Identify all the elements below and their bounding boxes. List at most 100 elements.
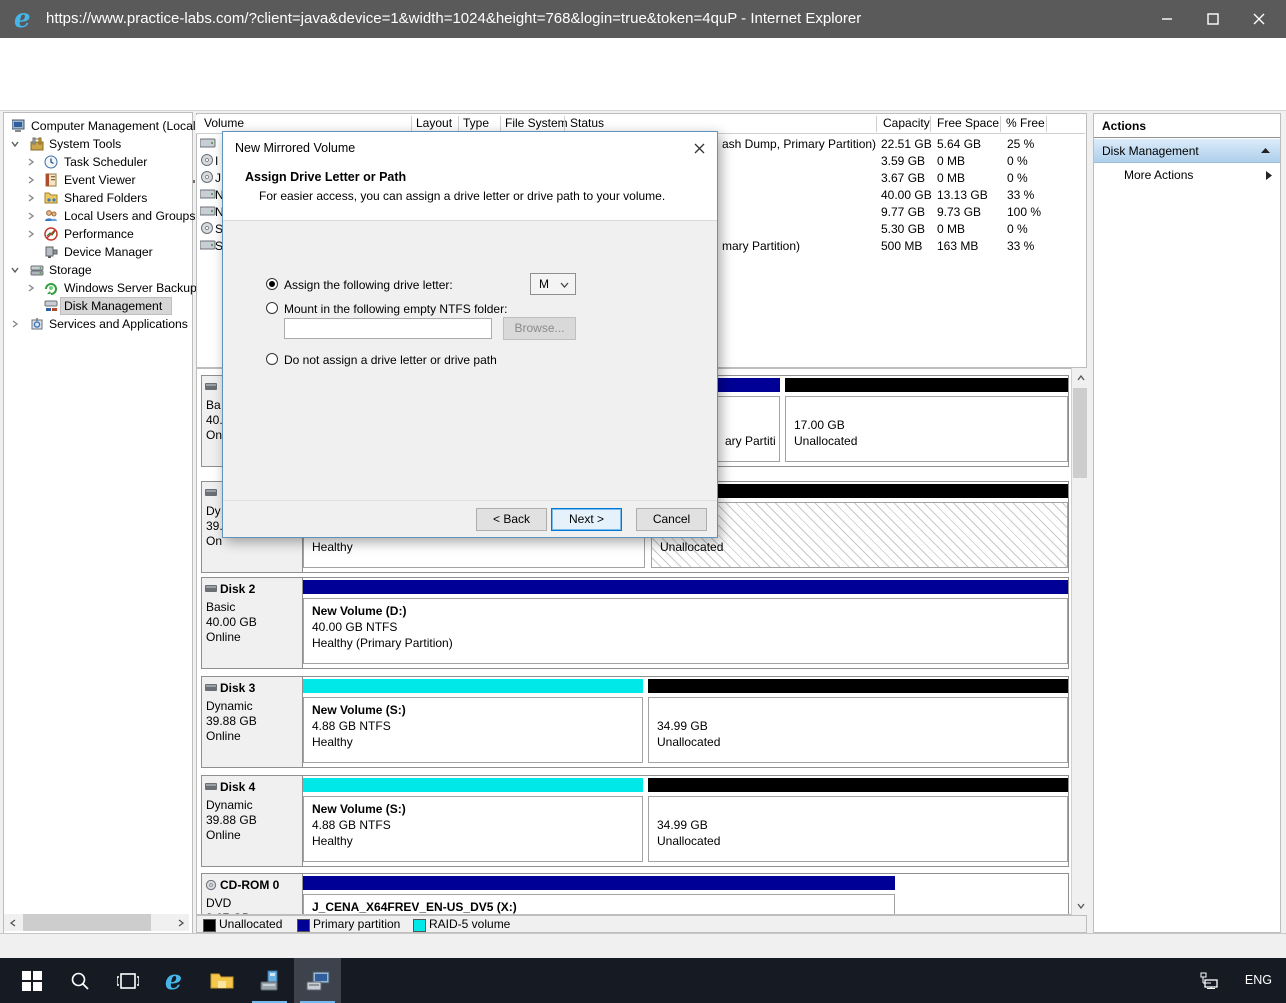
tree-item-performance[interactable]: Performance (4, 225, 190, 243)
column-pct-free[interactable]: % Free (1006, 115, 1045, 133)
unallocated-size: 17.00 GB (794, 418, 845, 432)
actions-group-label: Disk Management (1102, 144, 1199, 158)
disk-icon (205, 683, 218, 692)
tree-item-task-scheduler[interactable]: Task Scheduler (4, 153, 190, 171)
disk0-partition-status-fragment: ary Partiti (725, 434, 776, 448)
new-mirrored-volume-dialog: New Mirrored Volume Assign Drive Letter … (222, 131, 718, 538)
back-button[interactable]: < Back (476, 508, 547, 531)
tree-item-services-and-applications[interactable]: Services and Applications (4, 315, 190, 333)
browser-maximize-button[interactable] (1190, 0, 1236, 38)
chevron-right-icon[interactable] (26, 229, 36, 239)
collapse-arrow-icon[interactable] (1261, 148, 1270, 154)
taskbar-file-explorer[interactable] (198, 958, 245, 1003)
taskbar-server-manager[interactable] (246, 958, 293, 1003)
browse-button[interactable]: Browse... (503, 317, 576, 340)
cdrom0-row[interactable]: CD-ROM 0 DVD 3.67 GB J_CENA_X64FREV_EN-U… (201, 873, 1069, 915)
cdrom0-name: CD-ROM 0 (220, 878, 279, 892)
tree-item-device-manager[interactable]: Device Manager (4, 243, 190, 261)
scroll-up-arrow[interactable] (1072, 369, 1089, 386)
unallocated-status: Unallocated (794, 434, 857, 448)
scroll-right-arrow[interactable] (172, 914, 189, 931)
scroll-down-arrow[interactable] (1072, 897, 1089, 914)
actions-more-actions[interactable]: More Actions (1094, 164, 1280, 187)
disk3-state: Online (206, 729, 241, 743)
language-indicator[interactable]: ENG (1245, 958, 1272, 1003)
chevron-down-icon[interactable] (10, 139, 20, 149)
chevron-right-icon[interactable] (26, 175, 36, 185)
tree-item-system-tools[interactable]: System Tools (4, 135, 190, 153)
taskbar-internet-explorer[interactable]: e (150, 958, 197, 1003)
disk4-volume-s[interactable]: New Volume (S:) 4.88 GB NTFS Healthy (303, 776, 643, 866)
disk3-row[interactable]: Disk 3 Dynamic 39.88 GB Online New Volum… (201, 676, 1069, 768)
scrollbar-thumb[interactable] (1073, 388, 1087, 478)
volume-pct-free: 25 % (1007, 136, 1034, 152)
mount-path-input[interactable] (284, 318, 492, 339)
disk0-unallocated[interactable]: 17.00 GB Unallocated (785, 376, 1068, 466)
scrollbar-thumb[interactable] (23, 914, 151, 931)
disk4-type: Dynamic (206, 798, 253, 812)
disk4-unallocated[interactable]: 34.99 GB Unallocated (648, 776, 1068, 866)
radio-assign-drive-letter[interactable] (266, 278, 278, 290)
taskbar-computer-management[interactable] (294, 958, 341, 1003)
start-button[interactable] (8, 958, 55, 1003)
chevron-right-icon[interactable] (10, 319, 20, 329)
unallocated-status: Unallocated (657, 834, 720, 848)
cancel-button[interactable]: Cancel (636, 508, 707, 531)
disk2-row[interactable]: Disk 2 Basic 40.00 GB Online New Volume … (201, 577, 1069, 669)
unallocated-band (648, 778, 1068, 792)
disk3-volume-s[interactable]: New Volume (S:) 4.88 GB NTFS Healthy (303, 677, 643, 767)
media-title: J_CENA_X64FREV_EN-US_DV5 (X:) (312, 900, 517, 914)
browser-titlebar: e https://www.practice-labs.com/?client=… (0, 0, 1286, 38)
chevron-right-icon[interactable] (26, 157, 36, 167)
volume-status: Healthy (Primary Partition) (312, 636, 453, 650)
browser-close-button[interactable] (1236, 0, 1282, 38)
network-status-icon[interactable] (1200, 972, 1220, 989)
graph-vertical-scrollbar[interactable] (1071, 368, 1088, 915)
tree-item-windows-server-backup[interactable]: Windows Server Backup (4, 279, 190, 297)
disk4-row[interactable]: Disk 4 Dynamic 39.88 GB Online New Volum… (201, 775, 1069, 867)
unallocated-band (785, 378, 1068, 392)
tree-item-event-viewer[interactable]: Event Viewer (4, 171, 190, 189)
disk4-name: Disk 4 (220, 780, 255, 794)
legend-label-unallocated: Unallocated (219, 917, 282, 931)
legend-swatch-primary (297, 919, 310, 932)
tree-item-disk-management[interactable]: Disk Management (4, 297, 190, 315)
shared-folders-icon (44, 191, 58, 205)
browser-minimize-button[interactable] (1144, 0, 1190, 38)
drive-letter-select[interactable]: M (530, 273, 576, 295)
disk1-size-fragment: 39. (206, 519, 223, 533)
chevron-right-icon[interactable] (26, 211, 36, 221)
tree-item-shared-folders[interactable]: Shared Folders (4, 189, 190, 207)
column-free-space[interactable]: Free Space (937, 115, 999, 133)
scroll-left-arrow[interactable] (4, 914, 21, 931)
column-capacity[interactable]: Capacity (883, 115, 930, 133)
column-divider (1046, 116, 1047, 132)
dialog-close-button[interactable] (689, 138, 709, 158)
taskbar-search-button[interactable] (56, 958, 103, 1003)
disk-volume-icon (200, 188, 216, 200)
radio-mount-ntfs-folder[interactable] (266, 302, 278, 314)
actions-group-disk-management[interactable]: Disk Management (1094, 139, 1280, 163)
disk-icon (205, 782, 218, 791)
volume-capacity: 3.67 GB (881, 170, 925, 186)
chevron-right-icon[interactable] (26, 193, 36, 203)
volume-free-space: 0 MB (937, 153, 965, 169)
next-button[interactable]: Next > (551, 508, 622, 531)
event-viewer-icon (44, 173, 58, 187)
tree-horizontal-scrollbar[interactable] (4, 914, 189, 931)
chevron-down-icon[interactable] (10, 265, 20, 275)
chevron-right-icon[interactable] (26, 283, 36, 293)
tree-item-computer-management[interactable]: Computer Management (Local (4, 117, 190, 135)
computer-icon (12, 119, 26, 133)
disk-icon (205, 382, 218, 391)
disk2-volume-d[interactable]: New Volume (D:) 40.00 GB NTFS Healthy (P… (303, 578, 1068, 668)
tree-item-local-users-and-groups[interactable]: Local Users and Groups (4, 207, 190, 225)
cdrom0-media[interactable]: J_CENA_X64FREV_EN-US_DV5 (X:) (303, 874, 895, 915)
volume-free-space: 13.13 GB (937, 187, 988, 203)
task-view-button[interactable] (104, 958, 151, 1003)
cd-volume-icon (200, 154, 216, 166)
radio-no-drive-letter[interactable] (266, 353, 278, 365)
server-manager-icon (258, 970, 282, 992)
tree-item-storage[interactable]: Storage (4, 261, 190, 279)
disk3-unallocated[interactable]: 34.99 GB Unallocated (648, 677, 1068, 767)
